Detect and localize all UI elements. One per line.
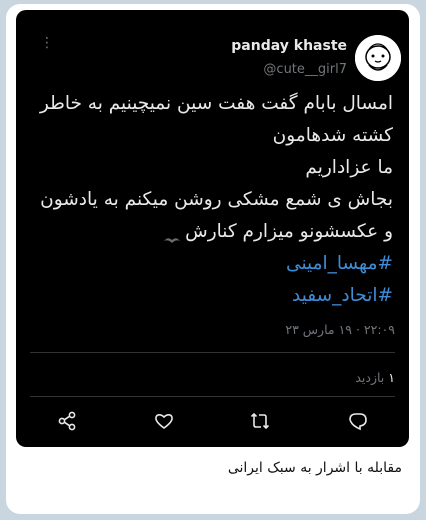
hashtag-link[interactable]: #اتحاد_سفید [23, 280, 393, 312]
retweet-icon[interactable] [249, 410, 271, 432]
author-name[interactable]: panday khaste [231, 38, 347, 54]
timestamp[interactable]: ۲۲:۰۹ · ۱۹ مارس ۲۳ [285, 322, 395, 337]
divider [30, 352, 395, 353]
views-number: ۱ [388, 370, 395, 385]
tweet-line: امسال بابام گفت هفت سین نمیچینیم به خاطر [39, 93, 393, 114]
tweet-line-with-emoji: و عکسشونو میزارم کنارش [23, 216, 393, 248]
more-vertical-icon[interactable]: ⋮ [40, 36, 54, 50]
message-card: ⋮ panday khaste @cute__girl7 امسال بابام… [6, 4, 420, 514]
tweet-line: و عکسشونو میزارم کنارش [185, 221, 393, 242]
avatar-drawing-icon [355, 35, 401, 81]
author-handle[interactable]: @cute__girl7 [263, 62, 347, 77]
avatar[interactable] [355, 35, 401, 81]
hashtag-link[interactable]: #مهسا_امینی [23, 248, 393, 280]
tweet-line: بجاش ی شمع مشکی روشن میکنم به یادشون [40, 189, 393, 210]
tweet-line: ما عزاداریم [305, 157, 393, 178]
like-icon[interactable] [153, 410, 175, 432]
reply-icon[interactable] [347, 410, 369, 432]
share-icon[interactable] [56, 410, 78, 432]
action-bar [16, 406, 409, 438]
message-caption: مقابله با اشرار به سبک ایرانی [227, 460, 402, 476]
tweet-screenshot[interactable]: ⋮ panday khaste @cute__girl7 امسال بابام… [16, 10, 409, 447]
divider [30, 396, 395, 397]
views-count: ۱ بازدید [355, 370, 395, 385]
black-heart-emoji [163, 226, 181, 243]
views-label: بازدید [355, 370, 385, 385]
tweet-text: امسال بابام گفت هفت سین نمیچینیم به خاطر… [23, 88, 393, 312]
tweet-line: کشته شدهامون [272, 125, 393, 146]
